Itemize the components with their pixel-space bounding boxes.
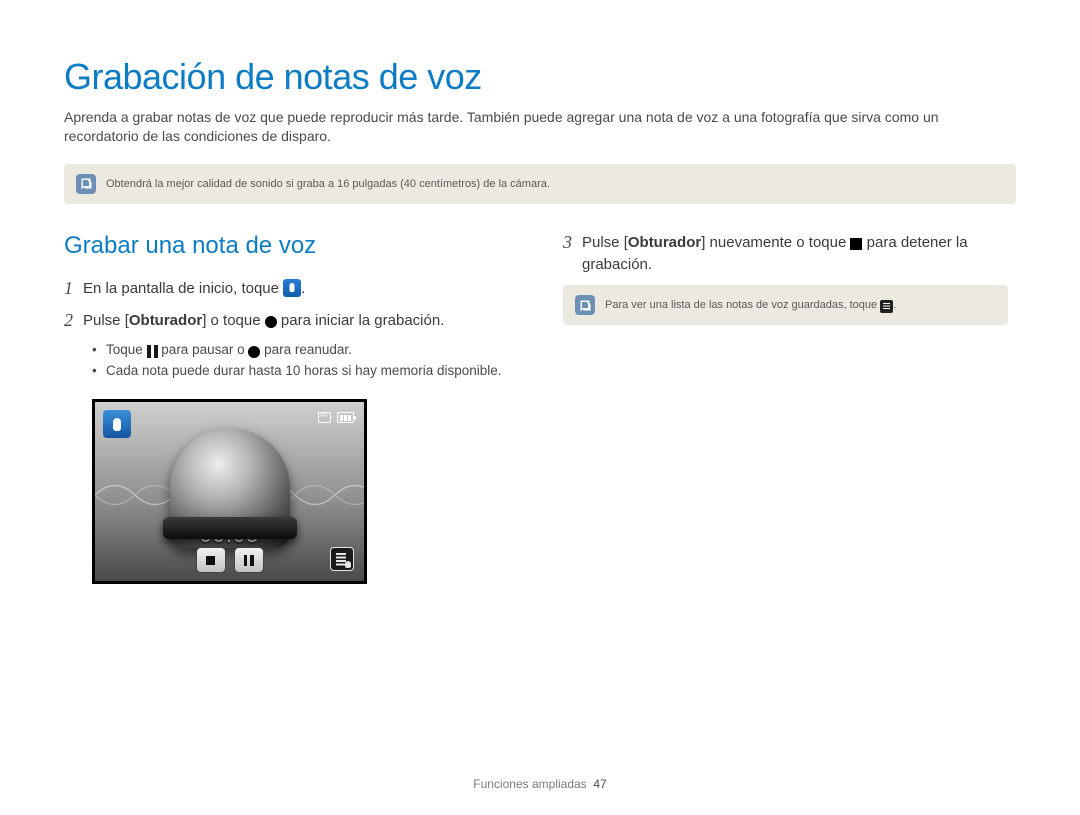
bullet-1-pre: Toque: [106, 342, 147, 357]
note-box-right: Para ver una lista de las notas de voz g…: [563, 285, 1008, 325]
record-icon: [248, 346, 260, 358]
note-icon: [76, 174, 96, 194]
memory-icon: [318, 412, 331, 423]
device-screenshot: 00:05: [92, 399, 367, 584]
left-column: Grabar una nota de voz 1 En la pantalla …: [64, 232, 517, 584]
footer-page-number: 47: [593, 777, 606, 791]
playback-controls: [196, 547, 264, 573]
bullet-1-post: para reanudar.: [260, 342, 352, 357]
status-icons: [318, 412, 354, 423]
step-3-bold: Obturador: [628, 234, 701, 251]
page-footer: Funciones ampliadas 47: [0, 777, 1080, 791]
step-2-text-mid: ] o toque: [202, 312, 265, 329]
note-icon: [575, 295, 595, 315]
step-2-bold: Obturador: [129, 312, 202, 329]
note-right-pre: Para ver una lista de las notas de voz g…: [605, 299, 880, 311]
step-2-text-pre: Pulse [: [83, 312, 129, 329]
step-1-text-pre: En la pantalla de inicio, toque: [83, 280, 283, 297]
note-box-top: Obtendrá la mejor calidad de sonido si g…: [64, 164, 1016, 204]
pause-button-icon: [234, 547, 264, 573]
step-number: 3: [563, 232, 572, 276]
stop-button-icon: [196, 547, 226, 573]
step-2: 2 Pulse [Obturador] o toque para iniciar…: [64, 310, 517, 332]
stop-icon: [850, 238, 862, 250]
note-right-post: .: [893, 299, 896, 311]
bullet-2: Cada nota puede durar hasta 10 horas si …: [92, 362, 517, 381]
note-text-top: Obtendrá la mejor calidad de sonido si g…: [106, 177, 550, 191]
record-icon: [265, 316, 277, 328]
step-3-text-pre: Pulse [: [582, 234, 628, 251]
microphone-button-icon: [103, 410, 131, 438]
microphone-app-icon: [283, 279, 301, 297]
step-2-bullets: Toque para pausar o para reanudar. Cada …: [92, 341, 517, 381]
section-title: Grabar una nota de voz: [64, 232, 517, 260]
list-icon: [880, 300, 893, 313]
bullet-1-mid: para pausar o: [158, 342, 249, 357]
recordings-list-icon: [330, 547, 354, 571]
step-2-text-post: para iniciar la grabación.: [277, 312, 445, 329]
step-1-text-post: .: [301, 280, 305, 297]
bullet-1: Toque para pausar o para reanudar.: [92, 341, 517, 360]
step-1: 1 En la pantalla de inicio, toque .: [64, 278, 517, 300]
right-column: 3 Pulse [Obturador] nuevamente o toque p…: [563, 232, 1016, 354]
step-3: 3 Pulse [Obturador] nuevamente o toque p…: [563, 232, 1016, 276]
step-3-text-mid: ] nuevamente o toque: [701, 234, 850, 251]
battery-icon: [337, 412, 354, 423]
intro-paragraph: Aprenda a grabar notas de voz que puede …: [64, 108, 1016, 146]
footer-section: Funciones ampliadas: [473, 777, 586, 791]
pause-icon: [147, 345, 158, 358]
microphone-base-icon: [163, 517, 297, 539]
step-number: 2: [64, 310, 73, 332]
page-title: Grabación de notas de voz: [64, 56, 1016, 98]
step-number: 1: [64, 278, 73, 300]
